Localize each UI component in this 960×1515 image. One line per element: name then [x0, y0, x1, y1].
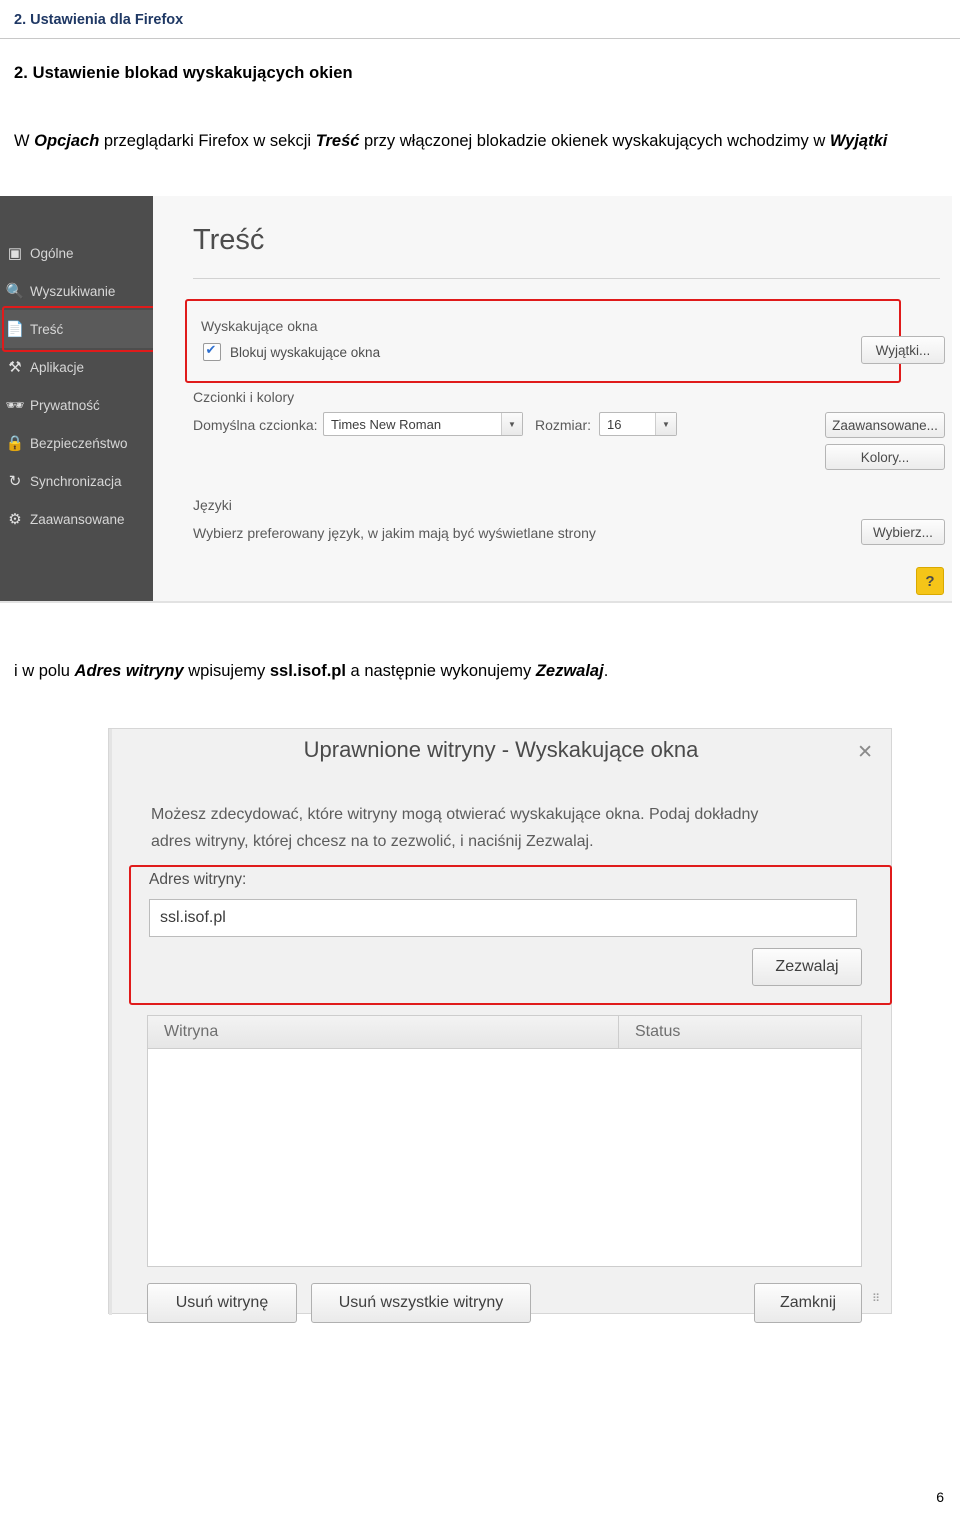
sidebar-item-label: Prywatność [30, 397, 100, 413]
sidebar-item-synchronizacja[interactable]: ↻ Synchronizacja [0, 462, 153, 500]
para1-mid2: przy włączonej blokadzie okienek wyskaku… [359, 132, 830, 150]
dialog-description-line1: Możesz zdecydować, które witryny mogą ot… [151, 806, 759, 823]
paragraph-steps: i w polu Adres witryny wpisujemy ssl.iso… [14, 658, 949, 684]
para1-bold-wyjatki: Wyjątki [829, 132, 888, 150]
help-button[interactable]: ? [916, 567, 944, 595]
languages-group-label: Języki [193, 497, 232, 513]
sites-table-header: Witryna Status [147, 1015, 862, 1049]
chevron-down-icon[interactable]: ▼ [501, 413, 522, 435]
block-popups-checkbox-row[interactable]: Blokuj wyskakujące okna [203, 342, 381, 361]
allow-button[interactable]: Zezwalaj [752, 948, 862, 986]
general-icon: ▣ [7, 245, 23, 262]
sidebar-item-aplikacje[interactable]: ⚒ Aplikacje [0, 348, 153, 386]
close-icon[interactable]: ✕ [857, 741, 873, 764]
para2-bold-adres: Adres witryny [74, 662, 184, 680]
security-lock-icon: 🔒 [5, 435, 25, 452]
colors-button[interactable]: Kolory... [825, 444, 945, 470]
firefox-options-screenshot: ▣ Ogólne 🔍 Wyszukiwanie 📄 Treść ⚒ Aplika… [0, 196, 952, 603]
sidebar-item-bezpieczenstwo[interactable]: 🔒 Bezpieczeństwo [0, 424, 153, 462]
sidebar-item-label: Treść [30, 321, 64, 337]
para2-mid1: wpisujemy [183, 662, 270, 680]
para1-bold-opcjach: Opcjach [34, 132, 100, 150]
font-size-select[interactable]: 16 ▼ [599, 412, 677, 436]
document-page: 2. Ustawienia dla Firefox 2. Ustawienie … [0, 0, 960, 1515]
resize-grip-icon[interactable]: ⠿ [872, 1292, 881, 1305]
default-font-value: Times New Roman [331, 416, 442, 432]
content-pane-title: Treść [193, 224, 265, 256]
para2-bold-zezwalaj: Zezwalaj [535, 662, 604, 680]
search-icon: 🔍 [5, 283, 25, 300]
sidebar-item-zaawansowane[interactable]: ⚙ Zaawansowane [0, 500, 153, 538]
remove-site-button[interactable]: Usuń witrynę [147, 1283, 297, 1323]
sidebar-item-label: Bezpieczeństwo [30, 435, 128, 451]
advanced-fonts-button[interactable]: Zaawansowane... [825, 412, 945, 438]
remove-all-sites-button[interactable]: Usuń wszystkie witryny [311, 1283, 531, 1323]
content-title-divider [193, 278, 940, 279]
languages-description: Wybierz preferowany język, w jakim mają … [193, 525, 596, 541]
column-header-status: Status [635, 1023, 681, 1040]
header-title: 2. Ustawienia dla Firefox [14, 12, 184, 28]
allowed-sites-dialog-screenshot: Uprawnione witryny - Wyskakujące okna ✕ … [108, 728, 892, 1323]
para2-end: . [603, 662, 609, 680]
sync-icon: ↻ [8, 473, 22, 490]
para1-pre: W [14, 132, 35, 150]
dialog-left-edge [109, 729, 112, 1315]
page-number: 6 [936, 1489, 944, 1505]
default-font-select[interactable]: Times New Roman ▼ [323, 412, 523, 436]
chevron-down-icon[interactable]: ▼ [655, 413, 676, 435]
sidebar-item-prywatnosc[interactable]: 🕶 Prywatność [0, 386, 153, 424]
default-font-label: Domyślna czcionka: [193, 417, 318, 433]
choose-language-button[interactable]: Wybierz... [861, 519, 945, 545]
applications-icon: ⚒ [8, 359, 22, 376]
popup-group-label: Wyskakujące okna [201, 318, 318, 334]
block-popups-label: Blokuj wyskakujące okna [230, 344, 381, 360]
fonts-group-label: Czcionki i kolory [193, 389, 295, 405]
sidebar-item-label: Zaawansowane [30, 511, 125, 527]
sidebar-item-label: Synchronizacja [30, 473, 122, 489]
options-sidebar: ▣ Ogólne 🔍 Wyszukiwanie 📄 Treść ⚒ Aplika… [0, 196, 159, 603]
advanced-icon: ⚙ [8, 511, 22, 528]
address-input-value: ssl.isof.pl [160, 909, 226, 926]
paragraph-intro: W Opcjach przeglądarki Firefox w sekcji … [14, 128, 949, 154]
block-popups-checkbox[interactable] [203, 342, 221, 361]
document-header: 2. Ustawienia dla Firefox [0, 0, 960, 40]
sidebar-item-label: Ogólne [30, 245, 74, 261]
sidebar-item-ogolne[interactable]: ▣ Ogólne [0, 234, 153, 272]
options-content-pane: Treść Wyskakujące okna Blokuj wyskakując… [153, 196, 952, 603]
para1-bold-tresc: Treść [315, 132, 360, 150]
close-dialog-button[interactable]: Zamknij [754, 1283, 862, 1323]
address-input[interactable]: ssl.isof.pl [149, 899, 857, 937]
popup-section-highlight [185, 299, 901, 383]
sites-table-body[interactable] [147, 1049, 862, 1267]
privacy-mask-icon: 🕶 [5, 397, 25, 414]
font-size-value: 16 [607, 416, 622, 432]
dialog-description: Możesz zdecydować, które witryny mogą ot… [151, 801, 866, 855]
size-label: Rozmiar: [535, 417, 592, 433]
column-header-site: Witryna [164, 1023, 219, 1040]
sidebar-item-label: Wyszukiwanie [30, 283, 116, 299]
dialog-title: Uprawnione witryny - Wyskakujące okna [303, 737, 699, 762]
sidebar-item-tresc[interactable]: 📄 Treść [0, 310, 153, 348]
para2-bold-ssl: ssl.isof.pl [269, 662, 346, 680]
screenshot-bottom-edge [0, 601, 952, 603]
dialog-description-line2: adres witryny, której chcesz na to zezwo… [151, 833, 594, 850]
sidebar-item-wyszukiwanie[interactable]: 🔍 Wyszukiwanie [0, 272, 153, 310]
exceptions-button[interactable]: Wyjątki... [861, 336, 945, 364]
para2-pre: i w polu [14, 662, 75, 680]
para2-mid2: a następnie wykonujemy [345, 662, 536, 680]
section-title: 2. Ustawienie blokad wyskakujących okien [14, 64, 353, 82]
content-icon: 📄 [5, 321, 25, 338]
sidebar-item-label: Aplikacje [30, 359, 85, 375]
address-label: Adres witryny: [149, 871, 247, 888]
header-divider [0, 38, 960, 39]
para1-mid1: przeglądarki Firefox w sekcji [99, 132, 316, 150]
